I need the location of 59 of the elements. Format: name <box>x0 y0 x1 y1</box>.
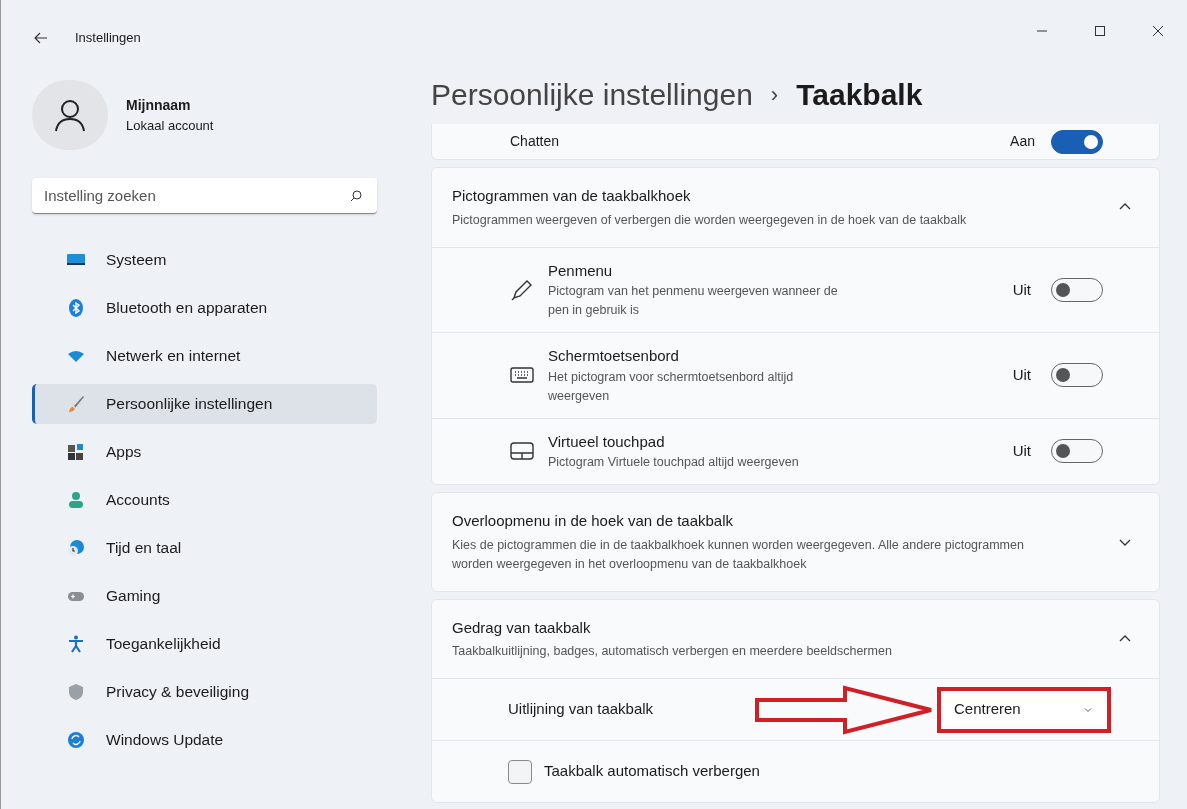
toggle-switch[interactable] <box>1051 439 1103 464</box>
checkbox-label: Taakbalk automatisch verbergen <box>544 761 760 782</box>
section-title: Overloopmenu in de hoek van de taakbalk <box>452 511 734 531</box>
window-title: Instellingen <box>75 29 141 48</box>
section-description: Kies de pictogrammen die in de taakbalkhoek kunnen worden weergegeven. Alle andere pictogrammen worden weergegeven in het overloopmenu van de taakbalkhoek <box>452 536 1025 573</box>
sidebar-item[interactable]: Tijd en taal <box>32 528 377 568</box>
search-icon[interactable] <box>349 189 363 203</box>
sidebar-item[interactable]: Persoonlijke instellingen <box>32 384 377 424</box>
toggle-switch[interactable] <box>1051 363 1103 388</box>
sidebar-item[interactable]: Apps <box>32 432 377 472</box>
breadcrumb-separator: › <box>770 80 779 109</box>
section-description: Pictogrammen weergeven of verbergen die worden weergegeven in de hoek van de taakbalk <box>452 211 968 229</box>
close-icon[interactable] <box>1152 25 1164 37</box>
section-title: Pictogrammen van de taakbalkhoek <box>452 186 692 206</box>
shield-icon <box>66 682 86 702</box>
apps-icon <box>66 442 86 462</box>
sidebar-item[interactable]: Toegankelijkheid <box>32 624 377 664</box>
sidebar-item[interactable]: Netwerk en internet <box>32 336 377 376</box>
setting-label: Virtueel touchpad <box>548 431 666 452</box>
section-title: Gedrag van taakbalk <box>452 617 592 638</box>
toggle-state: Uit <box>1012 441 1031 461</box>
page-title: Taakbalk <box>796 76 923 113</box>
section-header[interactable]: Gedrag van taakbalk Taakbalkuitlijning, badges, automatisch verbergen en meerdere beeldschermen <box>432 599 1159 678</box>
profile-name: Mijnnaam <box>126 95 192 115</box>
setting-label: Uitlijning van taakbalk <box>508 699 655 720</box>
sidebar-item[interactable]: Privacy & beveiliging <box>32 672 377 712</box>
maximize-icon[interactable] <box>1094 25 1106 37</box>
toggle-switch[interactable] <box>1051 129 1103 154</box>
toggle-state: Uit <box>1012 279 1031 300</box>
globe-clock-icon <box>66 538 86 558</box>
setting-label: Penmenu <box>548 260 614 281</box>
setting-label: Schermtoetsenbord <box>548 346 680 366</box>
sidebar-item[interactable]: Windows Update <box>32 720 377 760</box>
breadcrumb-parent[interactable]: Persoonlijke instellingen <box>431 71 753 117</box>
dropdown[interactable]: Centreren <box>944 693 1104 726</box>
toggle-switch[interactable] <box>1051 277 1103 302</box>
toggle-state: Aan <box>1010 132 1035 151</box>
account-type: Lokaal account <box>126 116 214 135</box>
setting-description: Het pictogram voor schermtoetsenbord altijd weergeven <box>548 368 795 405</box>
sidebar-item[interactable]: Accounts <box>32 480 377 520</box>
section-header[interactable]: Pictogrammen van de taakbalkhoek Pictogrammen weergeven of verbergen die worden weergegeven in de hoek van de taakbalk <box>432 168 1159 247</box>
update-icon <box>66 730 86 750</box>
section-header[interactable]: Overloopmenu in de hoek van de taakbalk Kies de pictogrammen die in de taakbalkhoek kunnen worden weergegeven. Alle andere pictogrammen worden weergegeven in het overloopmenu van de taakbalkhoek <box>432 493 1159 591</box>
chat-label: Chatten <box>510 132 561 151</box>
setting-description: Pictogram Virtuele touchpad altijd weergeven <box>548 454 800 471</box>
section-description: Taakbalkuitlijning, badges, automatisch verbergen en meerdere beeldschermen <box>452 643 893 660</box>
search-field[interactable]: Instelling zoeken <box>32 178 377 214</box>
bluetooth-icon <box>66 298 86 318</box>
accessibility-icon <box>66 634 86 654</box>
person-icon <box>66 490 86 510</box>
sidebar-item[interactable]: Gaming <box>32 576 377 616</box>
sidebar-item[interactable]: Systeem <box>32 240 377 280</box>
setting-description: Pictogram van het penmenu weergeven wanneer de pen in gebruik is <box>548 283 839 319</box>
brush-icon <box>66 394 86 414</box>
back-arrow-icon[interactable] <box>33 30 49 46</box>
checkbox[interactable] <box>508 759 532 784</box>
sidebar-item[interactable]: Bluetooth en apparaten <box>32 288 377 328</box>
person-icon <box>52 97 88 133</box>
toggle-state: Uit <box>1012 365 1031 385</box>
